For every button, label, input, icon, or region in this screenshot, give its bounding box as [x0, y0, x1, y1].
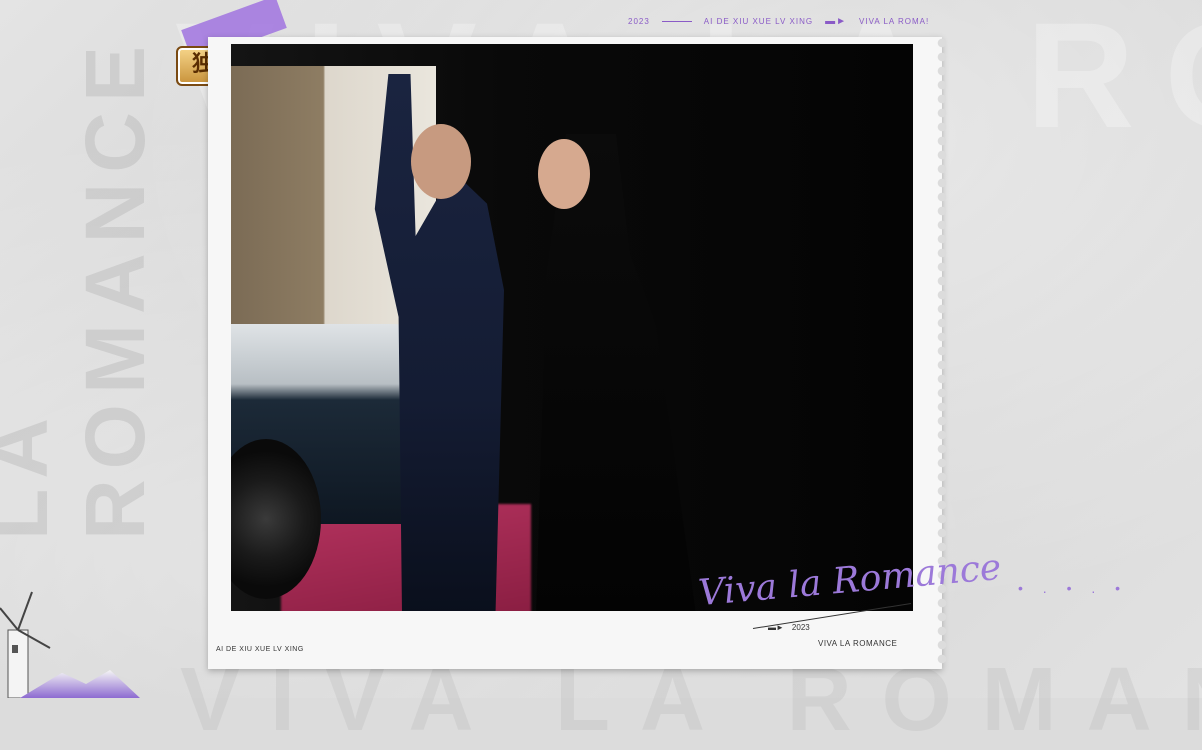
top-strip-rule — [661, 21, 692, 22]
top-strip: 2023 AI DE XIU XUE LV XING ▬► VIVA LA RO… — [628, 16, 929, 27]
postcard-left-label: AI DE XIU XUE LV XING — [216, 646, 304, 653]
top-strip-arrow-icon: ▬► — [825, 16, 848, 27]
woman-in-black-dress — [536, 134, 696, 611]
postcard-year: ▬► 2023 — [768, 623, 810, 632]
video-photo — [231, 44, 913, 611]
man-head — [411, 124, 471, 199]
top-strip-year: 2023 — [628, 17, 650, 26]
woman-head — [538, 139, 590, 209]
postcard-year-text: 2023 — [791, 623, 810, 632]
postcard-arrow-icon: ▬► — [768, 623, 784, 632]
background-vertical-letters: LA ROMANCE — [0, 36, 162, 540]
top-strip-subtitle: AI DE XIU XUE LV XING — [703, 17, 814, 26]
postcard-right-label: VIVA LA ROMANCE — [818, 639, 898, 648]
script-dots: • . • . • — [1018, 580, 1129, 596]
top-strip-right: VIVA LA ROMA! — [859, 17, 930, 26]
